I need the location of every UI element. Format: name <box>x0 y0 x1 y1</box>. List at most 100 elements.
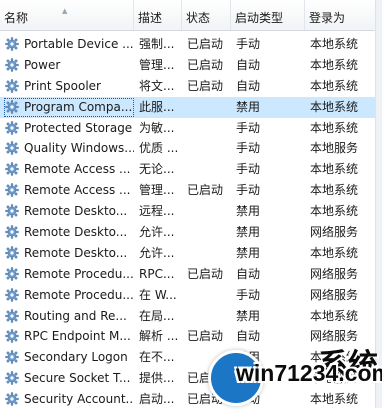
service-row[interactable]: Remote Procedu... 在 W... 手动 网络服务 <box>0 285 376 306</box>
column-name-header[interactable]: ▲ 名称 <box>0 0 134 30</box>
service-row[interactable]: Secure Socket T... 提供... 已启动 手动 本地服务 <box>0 368 376 389</box>
service-startup-type: 禁用 <box>236 308 261 323</box>
service-name: Portable Device ... <box>24 37 134 51</box>
service-status <box>182 97 231 118</box>
service-name-cell[interactable]: Routing and Re... <box>4 307 134 326</box>
service-startup-type: 手动 <box>236 120 261 135</box>
service-status: 已启动 <box>187 266 224 281</box>
service-name-cell[interactable]: Remote Deskto... <box>4 244 134 263</box>
service-logon-as: 本地系统 <box>310 99 359 114</box>
service-name-cell[interactable]: Remote Procedu... <box>4 286 134 305</box>
service-row[interactable]: Secondary Logon 在不... 禁用 本地系统 <box>0 347 376 368</box>
gear-icon <box>5 58 19 72</box>
service-name: Remote Procedu... <box>24 287 134 302</box>
service-startup-type: 手动 <box>236 37 261 51</box>
service-logon-as: 网络服务 <box>310 329 359 344</box>
service-logon-as: 本地服务 <box>310 141 359 156</box>
service-name-cell[interactable]: Remote Deskto... <box>4 202 134 221</box>
service-description: 启动... <box>139 392 175 407</box>
column-header: ▲ 名称 描述 状态 启动类型 登录为 <box>0 0 376 31</box>
service-name: Secondary Logon <box>24 350 128 365</box>
service-name-cell[interactable]: Remote Deskto... <box>4 223 134 242</box>
service-name-cell[interactable]: Print Spooler <box>4 77 134 96</box>
service-name: Secure Socket T... <box>24 371 131 386</box>
service-row[interactable]: Security Account... 启动... 已启动 自动 本地系统 <box>0 389 376 410</box>
service-row[interactable]: Power 管理... 已启动 自动 本地系统 <box>0 55 376 76</box>
service-row[interactable]: RPC Endpoint M... 解析 ... 已启动 自动 网络服务 <box>0 326 376 347</box>
service-name: RPC Endpoint M... <box>24 329 131 344</box>
gear-icon <box>5 79 19 93</box>
service-row[interactable]: Remote Access ... 无论... 手动 本地系统 <box>0 159 376 180</box>
column-status-label: 状态 <box>186 11 211 25</box>
service-name-cell[interactable]: Program Compa... <box>4 97 134 117</box>
column-status-header[interactable]: 状态 <box>182 0 231 30</box>
service-row[interactable]: Remote Deskto... 远程... 禁用 本地系统 <box>0 201 376 222</box>
service-status: 已启动 <box>187 57 224 72</box>
gear-icon <box>5 37 19 51</box>
service-row[interactable]: Remote Deskto... 允许... 禁用 网络服务 <box>0 222 376 243</box>
service-description: 提供... <box>139 371 175 386</box>
service-name-cell[interactable]: Protected Storage <box>4 119 134 138</box>
service-description: 此服... <box>139 99 175 114</box>
service-name: Power <box>24 57 61 72</box>
service-name: Protected Storage <box>24 120 133 135</box>
gear-icon <box>5 225 19 239</box>
column-desc-label: 描述 <box>138 11 163 25</box>
service-name: Remote Procedu... <box>24 266 134 281</box>
service-name: Quality Windows... <box>24 141 134 156</box>
gear-icon <box>5 204 19 218</box>
service-name-cell[interactable]: Portable Device ... <box>4 35 134 54</box>
gear-icon <box>5 183 19 197</box>
service-description: RPC... <box>139 266 175 281</box>
service-startup-type: 手动 <box>236 162 261 177</box>
service-name-cell[interactable]: Quality Windows... <box>4 139 134 158</box>
column-desc-header[interactable]: 描述 <box>134 0 182 30</box>
service-logon-as: 本地系统 <box>310 183 359 198</box>
service-status <box>182 159 231 180</box>
service-name-cell[interactable]: RPC Endpoint M... <box>4 327 134 346</box>
service-status: 已启动 <box>187 371 224 386</box>
service-name-cell[interactable]: Power <box>4 56 134 75</box>
service-status: 已启动 <box>187 37 224 51</box>
service-row[interactable]: Protected Storage 为敏... 手动 本地系统 <box>0 118 376 139</box>
service-startup-type: 禁用 <box>236 99 261 114</box>
service-row[interactable]: Remote Access ... 管理... 已启动 手动 本地系统 <box>0 180 376 201</box>
service-logon-as: 本地服务 <box>310 371 359 386</box>
column-logon-header[interactable]: 登录为 <box>305 0 376 30</box>
column-name-label: 名称 <box>4 11 29 25</box>
gear-icon <box>5 350 19 365</box>
vertical-scrollbar[interactable] <box>375 0 382 408</box>
service-logon-as: 网络服务 <box>310 225 359 240</box>
service-logon-as: 网络服务 <box>310 287 359 302</box>
service-row[interactable]: Print Spooler 将文... 已启动 自动 本地系统 <box>0 76 376 97</box>
service-status <box>182 201 231 222</box>
service-row[interactable]: Portable Device ... 强制... 已启动 手动 本地系统 <box>0 34 376 55</box>
service-name-cell[interactable]: Remote Access ... <box>4 181 134 200</box>
column-startup-header[interactable]: 启动类型 <box>231 0 305 30</box>
column-startup-label: 启动类型 <box>235 11 284 25</box>
service-name: Remote Access ... <box>24 162 131 177</box>
service-name: Print Spooler <box>24 78 101 93</box>
service-name-cell[interactable]: Secure Socket T... <box>4 369 134 388</box>
service-name-cell[interactable]: Remote Procedu... <box>4 265 134 284</box>
service-logon-as: 本地系统 <box>310 120 359 135</box>
service-name-cell[interactable]: Secondary Logon <box>4 348 134 367</box>
service-logon-as: 本地系统 <box>310 57 359 72</box>
gear-icon <box>5 99 19 114</box>
service-name-cell[interactable]: Security Account... <box>4 390 134 409</box>
service-row[interactable]: Remote Deskto... 允许... 禁用 本地系统 <box>0 243 376 264</box>
service-row[interactable]: Routing and Re... 在局... 禁用 本地系统 <box>0 306 376 327</box>
service-name: Remote Deskto... <box>24 245 128 260</box>
service-logon-as: 本地系统 <box>310 245 359 260</box>
gear-icon <box>5 371 19 385</box>
service-row[interactable]: Program Compa... 此服... 禁用 本地系统 <box>0 96 376 118</box>
service-startup-type: 自动 <box>236 57 261 72</box>
service-name-cell[interactable]: Remote Access ... <box>4 160 134 179</box>
service-description: 无论... <box>139 162 175 177</box>
service-row[interactable]: Remote Procedu... RPC... 已启动 自动 网络服务 <box>0 264 376 285</box>
sort-up-icon: ▲ <box>62 7 68 15</box>
gear-icon <box>5 246 19 260</box>
service-logon-as: 网络服务 <box>310 266 359 281</box>
service-status: 已启动 <box>187 329 224 344</box>
service-row[interactable]: Quality Windows... 优质 ... 手动 本地服务 <box>0 138 376 159</box>
